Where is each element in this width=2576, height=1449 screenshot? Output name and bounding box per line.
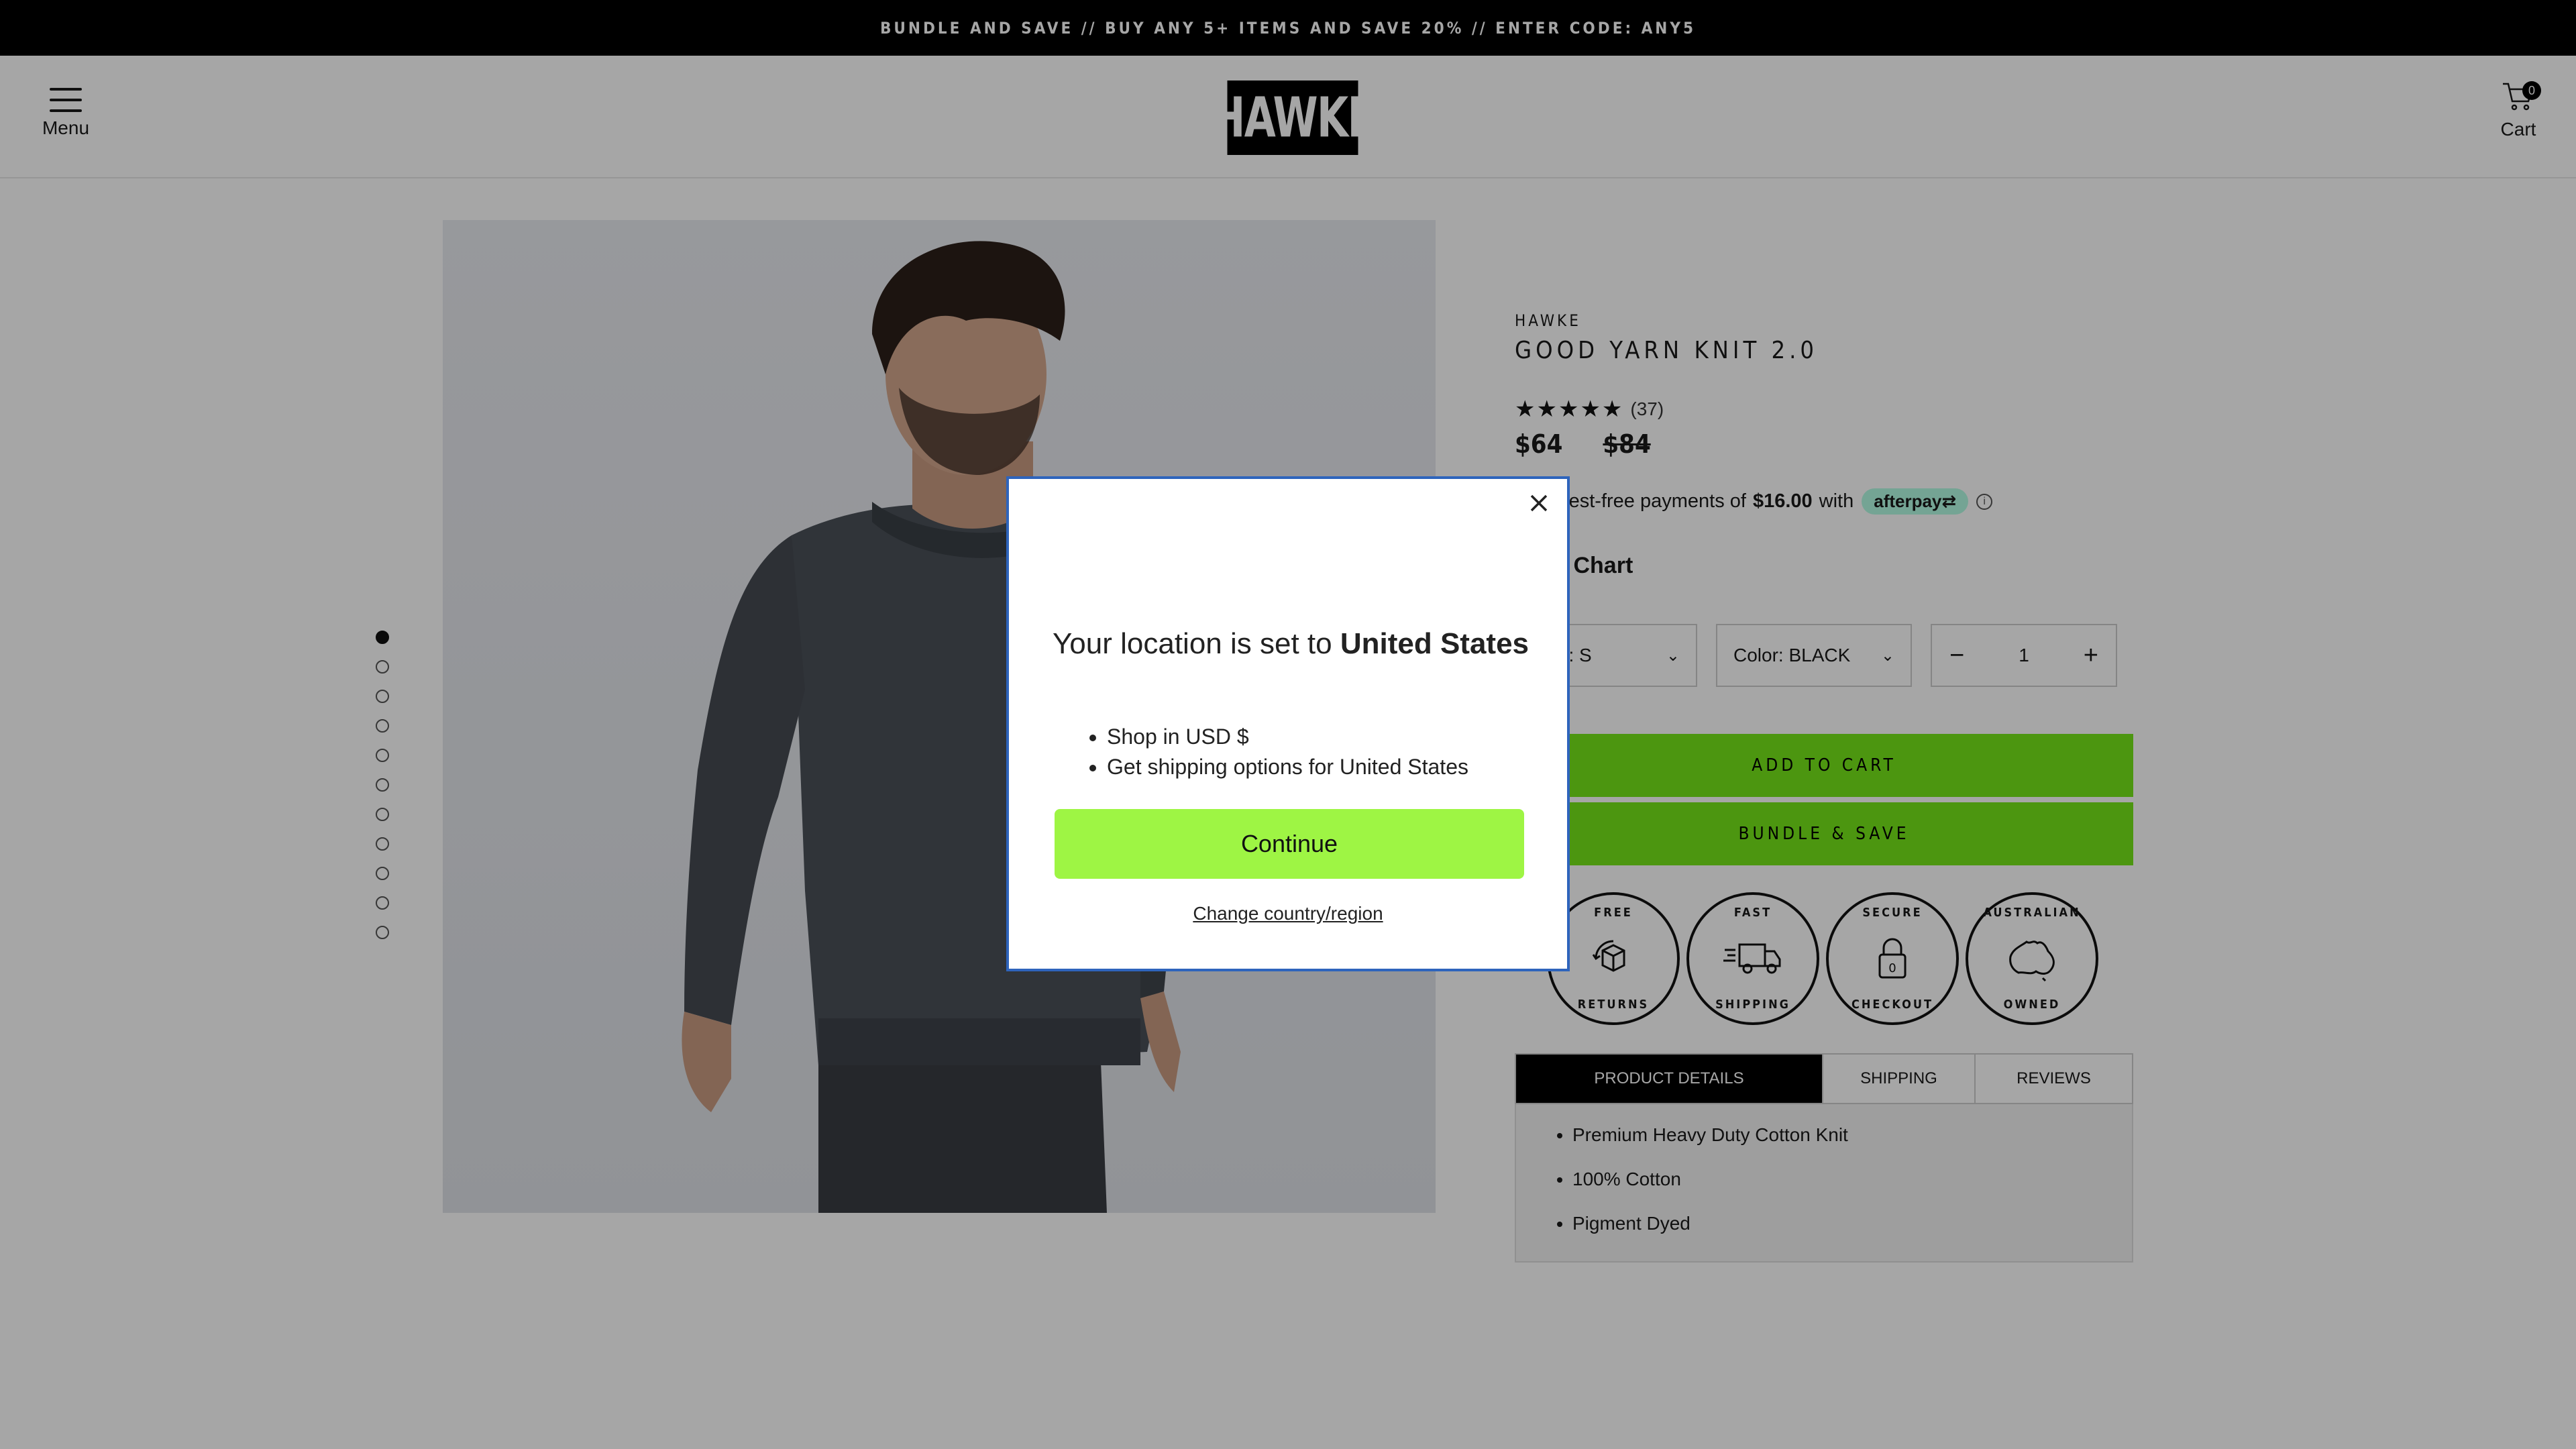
close-button[interactable]: [1525, 490, 1552, 517]
continue-button[interactable]: Continue: [1055, 809, 1524, 879]
modal-bullets: Shop in USD $ Get shipping options for U…: [1107, 724, 1468, 785]
list-item: Get shipping options for United States: [1107, 755, 1468, 780]
close-icon: [1530, 494, 1548, 512]
list-item: Shop in USD $: [1107, 724, 1468, 749]
change-country-link[interactable]: Change country/region: [1009, 903, 1567, 924]
location-modal: Your location is set to United States Sh…: [1006, 476, 1570, 971]
modal-title: Your location is set to United States: [1052, 627, 1529, 660]
